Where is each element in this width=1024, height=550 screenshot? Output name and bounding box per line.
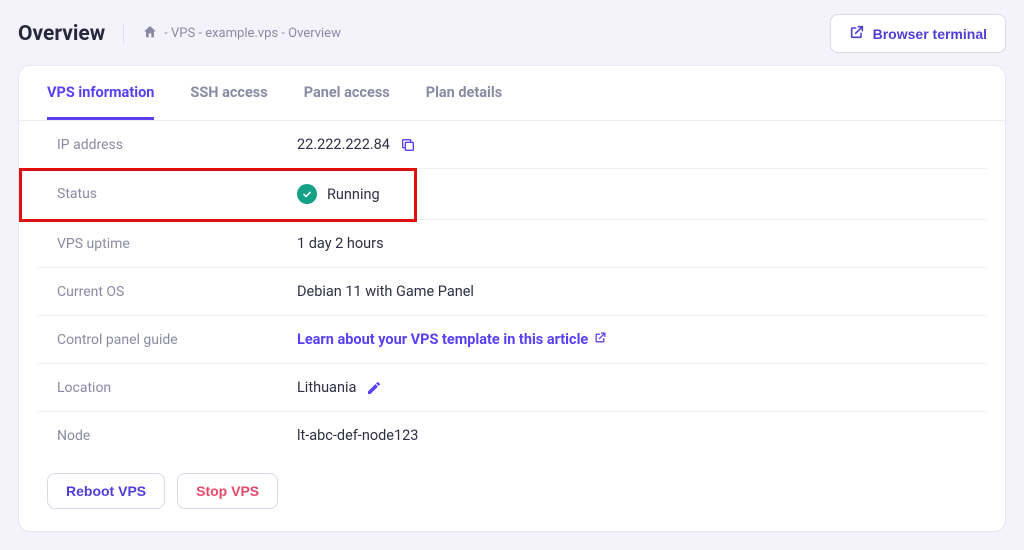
current-os-value: Debian 11 with Game Panel	[297, 283, 474, 300]
row-node: Node lt-abc-def-node123	[37, 412, 987, 459]
tab-vps-information[interactable]: VPS information	[47, 66, 154, 120]
stop-vps-button[interactable]: Stop VPS	[177, 473, 278, 509]
tab-ssh-access[interactable]: SSH access	[190, 66, 267, 120]
ip-address-value: 22.222.222.84	[297, 136, 390, 153]
location-value: Lithuania	[297, 379, 356, 396]
row-ip-address: IP address 22.222.222.84	[37, 121, 987, 169]
browser-terminal-button[interactable]: Browser terminal	[830, 14, 1006, 53]
status-value: Running	[327, 186, 380, 203]
guide-link-text: Learn about your VPS template in this ar…	[297, 331, 588, 348]
row-control-panel-guide: Control panel guide Learn about your VPS…	[37, 316, 987, 364]
status-label: Status	[57, 186, 297, 202]
tab-panel-access[interactable]: Panel access	[304, 66, 390, 120]
row-status: Status Running	[37, 169, 987, 220]
edit-icon[interactable]	[366, 380, 382, 396]
page-title: Overview	[18, 22, 105, 46]
node-value: lt-abc-def-node123	[297, 427, 418, 444]
stop-label: Stop VPS	[196, 483, 259, 499]
check-icon	[297, 184, 317, 204]
external-link-icon	[594, 331, 607, 348]
tabs: VPS information SSH access Panel access …	[19, 66, 1005, 121]
breadcrumb-text: - VPS - example.vps - Overview	[164, 26, 341, 41]
location-label: Location	[57, 380, 297, 396]
row-uptime: VPS uptime 1 day 2 hours	[37, 220, 987, 268]
current-os-label: Current OS	[57, 284, 297, 300]
uptime-label: VPS uptime	[57, 236, 297, 252]
external-link-icon	[849, 24, 865, 43]
home-icon[interactable]	[142, 24, 158, 44]
node-label: Node	[57, 428, 297, 444]
row-location: Location Lithuania	[37, 364, 987, 412]
row-current-os: Current OS Debian 11 with Game Panel	[37, 268, 987, 316]
browser-terminal-label: Browser terminal	[873, 26, 987, 42]
vps-card: VPS information SSH access Panel access …	[18, 65, 1006, 532]
copy-icon[interactable]	[400, 137, 416, 153]
breadcrumb[interactable]: - VPS - example.vps - Overview	[123, 24, 341, 44]
tab-plan-details[interactable]: Plan details	[426, 66, 502, 120]
guide-link[interactable]: Learn about your VPS template in this ar…	[297, 331, 607, 348]
uptime-value: 1 day 2 hours	[297, 235, 384, 252]
guide-label: Control panel guide	[57, 332, 297, 348]
reboot-vps-button[interactable]: Reboot VPS	[47, 473, 165, 509]
reboot-label: Reboot VPS	[66, 483, 146, 499]
ip-address-label: IP address	[57, 137, 297, 153]
